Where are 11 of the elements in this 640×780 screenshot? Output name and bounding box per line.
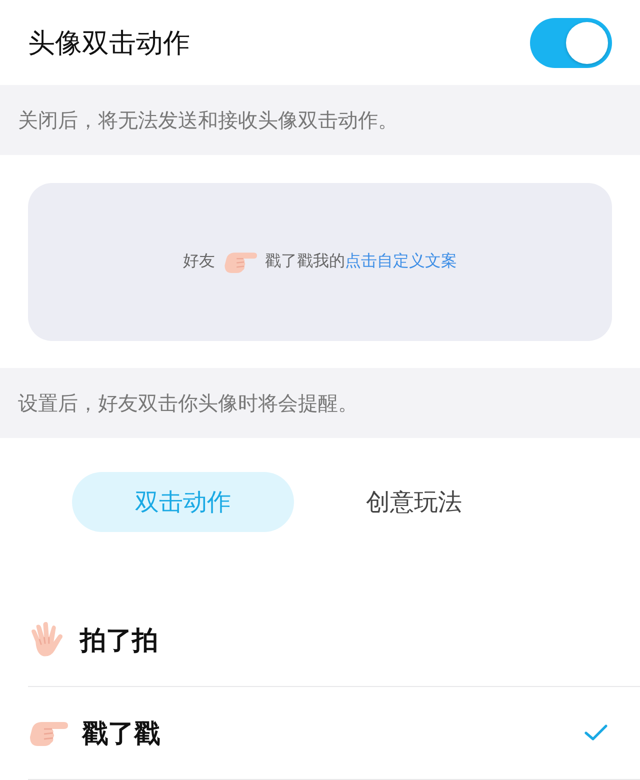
toggle-switch[interactable] (530, 18, 612, 68)
pointing-hand-icon (223, 250, 257, 274)
preview-text: 戳了戳我的点击自定义文案 (265, 251, 457, 272)
setting-title: 头像双击动作 (28, 26, 190, 60)
action-item[interactable]: 拍了拍 (28, 594, 640, 687)
tab[interactable]: 创意玩法 (366, 472, 462, 532)
hint-text: 设置后，好友双击你头像时将会提醒。 (18, 390, 358, 416)
hint-text: 关闭后，将无法发送和接收头像双击动作。 (18, 106, 398, 134)
pointing-hand-icon (28, 719, 68, 747)
preview-text: 好友 (183, 251, 215, 272)
action-item[interactable]: 戳了戳 (28, 687, 640, 780)
